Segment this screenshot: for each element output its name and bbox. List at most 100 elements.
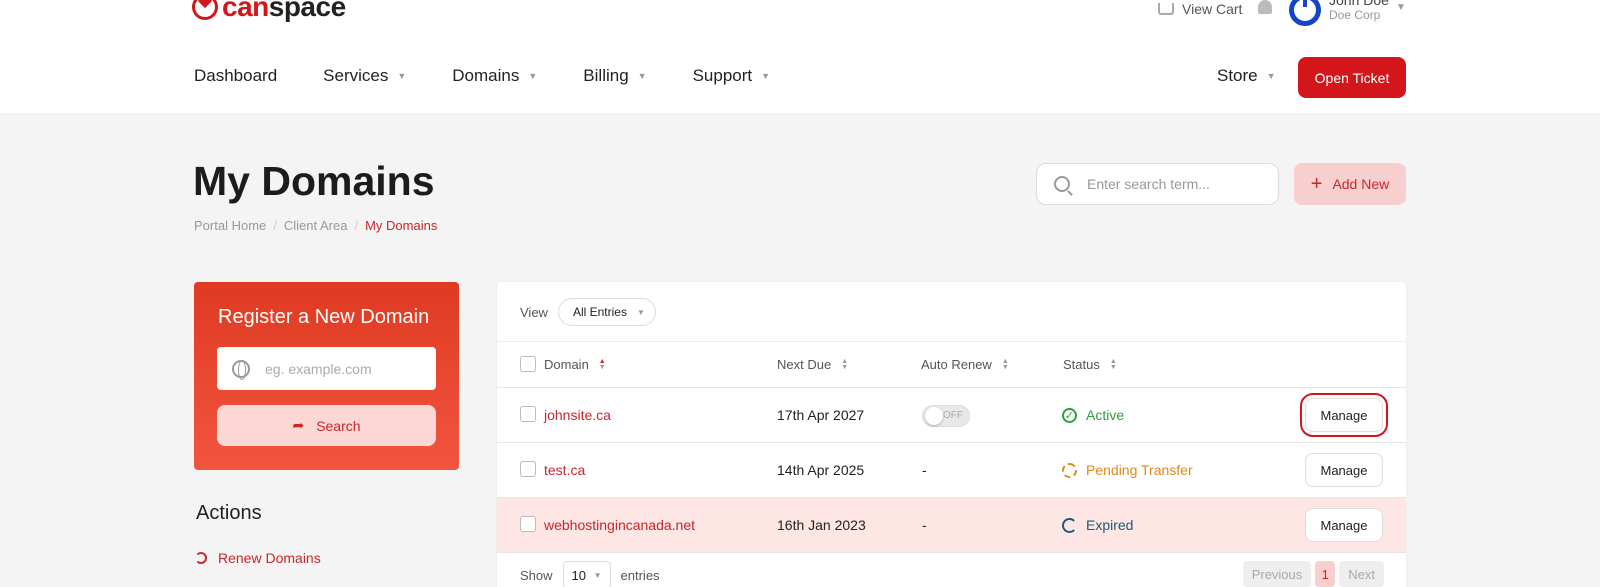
share-arrow-icon: ➦ <box>292 417 305 433</box>
search-icon <box>1054 176 1070 192</box>
toggle-label: OFF <box>943 410 963 421</box>
auto-renew-value: - <box>922 517 927 533</box>
next-due: 14th Apr 2025 <box>777 462 865 478</box>
caret-down-icon: ▼ <box>761 71 771 81</box>
breadcrumb-separator: / <box>354 218 359 233</box>
nav-item-store[interactable]: Store ▼ <box>1217 66 1276 86</box>
column-domain[interactable]: Domain ▲ ▼ <box>544 357 606 372</box>
register-search-button[interactable]: ➦ Search <box>217 405 436 446</box>
domain-field[interactable] <box>265 360 415 377</box>
view-cart-label: View Cart <box>1182 1 1243 17</box>
renew-domains-label: Renew Domains <box>218 550 321 566</box>
maple-leaf-icon <box>192 0 218 20</box>
nav-label: Services <box>323 66 389 85</box>
auto-renew-toggle[interactable]: OFF <box>922 405 970 427</box>
status-badge: Pending Transfer <box>1062 462 1193 478</box>
register-title: Register a New Domain <box>218 306 430 328</box>
user-company: Doe Corp <box>1329 8 1381 22</box>
nav-item-support[interactable]: Support ▼ <box>693 66 770 86</box>
caret-down-icon: ▼ <box>1266 71 1276 81</box>
nav-label: Domains <box>452 66 520 85</box>
clock-icon <box>1062 517 1077 533</box>
row-checkbox[interactable] <box>520 461 536 477</box>
row-checkbox[interactable] <box>520 406 536 422</box>
column-status[interactable]: Status ▲ ▼ <box>1063 357 1117 372</box>
breadcrumb-separator: / <box>273 218 277 233</box>
status-label: Expired <box>1086 517 1134 533</box>
domain-link[interactable]: webhostingincanada.net <box>544 517 695 533</box>
nav-item-dashboard[interactable]: Dashboard <box>194 66 277 86</box>
table-header: Domain ▲ ▼ Next Due ▲ ▼ Auto Renew ▲ ▼ Stat… <box>497 341 1406 388</box>
page-length-value: 10 <box>571 567 586 583</box>
table-row[interactable]: test.ca 14th Apr 2025 - Pending Transfer… <box>497 443 1406 498</box>
next-page-button[interactable]: Next <box>1339 561 1384 587</box>
domain-link[interactable]: johnsite.ca <box>544 407 611 423</box>
status-label: Pending Transfer <box>1086 462 1193 478</box>
sort-icon: ▲ ▼ <box>841 357 849 371</box>
domain-search-box <box>1036 163 1279 205</box>
table-row[interactable]: johnsite.ca 17th Apr 2027 OFF ✓ Active M… <box>497 388 1406 443</box>
manage-button[interactable]: Manage <box>1305 453 1383 487</box>
manage-button[interactable]: Manage <box>1300 393 1388 437</box>
nav-label: Store <box>1217 66 1258 85</box>
actions-heading: Actions <box>196 502 262 524</box>
column-label: Domain <box>544 357 589 372</box>
register-domain-card: Register a New Domain ➦ Search <box>194 282 459 470</box>
renew-domains-link[interactable]: Renew Domains <box>195 550 321 566</box>
pagination: Previous 1 Next <box>1239 561 1384 587</box>
domains-table-card: View All Entries ▼ Domain ▲ ▼ Next Due ▲ ▼… <box>497 282 1406 587</box>
caret-down-icon: ▼ <box>528 71 538 81</box>
caret-down-icon: ▼ <box>593 570 602 580</box>
site-header: canspace View Cart John Doe Doe Corp ▼ D… <box>0 0 1600 113</box>
view-select[interactable]: All Entries ▼ <box>557 298 656 326</box>
nav-item-domains[interactable]: Domains ▼ <box>452 66 537 86</box>
entries-label: entries <box>620 567 660 583</box>
domain-link[interactable]: test.ca <box>544 462 585 478</box>
breadcrumb-portal-home[interactable]: Portal Home <box>194 218 266 233</box>
view-cart-link[interactable]: View Cart <box>1158 0 1242 24</box>
domain-input-wrapper <box>217 347 436 390</box>
row-checkbox[interactable] <box>520 516 536 532</box>
nav-label: Billing <box>583 66 629 85</box>
column-label: Auto Renew <box>921 357 992 372</box>
view-filter: View All Entries ▼ <box>520 298 656 326</box>
add-new-button[interactable]: + Add New <box>1294 163 1406 205</box>
search-input[interactable] <box>1087 176 1267 192</box>
table-row[interactable]: webhostingincanada.net 16th Jan 2023 - E… <box>497 498 1406 553</box>
chevron-down-icon[interactable]: ▼ <box>1396 2 1406 13</box>
open-ticket-button[interactable]: Open Ticket <box>1298 57 1406 98</box>
next-due: 16th Jan 2023 <box>777 517 866 533</box>
sort-icon: ▲ ▼ <box>1001 357 1009 371</box>
select-all-checkbox[interactable] <box>520 356 536 372</box>
table-footer: Show 10 ▼ entries Previous 1 Next <box>520 561 1384 587</box>
view-select-value: All Entries <box>572 305 627 319</box>
column-auto-renew[interactable]: Auto Renew ▲ ▼ <box>921 357 1009 372</box>
plus-icon: + <box>1310 172 1323 195</box>
caret-down-icon: ▼ <box>637 307 645 317</box>
page-title: My Domains <box>193 158 435 204</box>
main-nav: Dashboard Services ▼ Domains ▼ Billing ▼ Su… <box>194 66 816 86</box>
caret-down-icon: ▼ <box>397 71 407 81</box>
canspace-logo[interactable]: canspace <box>192 0 346 22</box>
page-length-select[interactable]: 10 ▼ <box>562 561 611 587</box>
view-label: View <box>520 304 548 320</box>
manage-button[interactable]: Manage <box>1305 508 1383 542</box>
breadcrumb-client-area[interactable]: Client Area <box>284 218 348 233</box>
page-number-button[interactable]: 1 <box>1315 561 1336 587</box>
caret-down-icon: ▼ <box>637 71 647 81</box>
column-label: Status <box>1063 357 1100 372</box>
nav-item-services[interactable]: Services ▼ <box>323 66 406 86</box>
column-label: Next Due <box>777 357 832 372</box>
nav-item-billing[interactable]: Billing ▼ <box>583 66 646 86</box>
user-name[interactable]: John Doe <box>1329 0 1389 8</box>
avatar[interactable] <box>1289 0 1321 26</box>
logo-text: canspace <box>222 0 346 22</box>
column-next-due[interactable]: Next Due ▲ ▼ <box>777 357 848 372</box>
sort-icon: ▲ ▼ <box>1109 357 1117 371</box>
previous-page-button[interactable]: Previous <box>1242 561 1312 587</box>
nav-label: Support <box>692 66 753 85</box>
register-search-label: Search <box>316 417 361 434</box>
toggle-knob <box>925 407 943 425</box>
auto-renew-value: - <box>922 462 927 478</box>
bell-icon[interactable] <box>1258 0 1272 14</box>
